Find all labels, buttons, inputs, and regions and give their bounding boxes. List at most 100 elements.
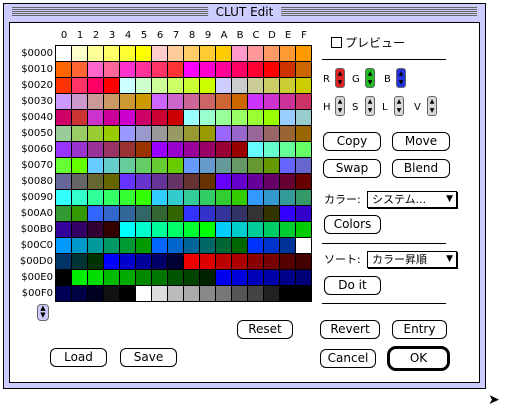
color-cell[interactable]	[120, 110, 135, 125]
color-cell[interactable]	[232, 254, 247, 269]
color-cell[interactable]	[232, 206, 247, 221]
color-cell[interactable]	[280, 206, 295, 221]
color-cell[interactable]	[296, 238, 311, 253]
color-cell[interactable]	[56, 126, 71, 141]
blend-button[interactable]: Blend	[392, 159, 450, 178]
color-cell[interactable]	[296, 46, 311, 61]
color-cell[interactable]	[280, 62, 295, 77]
color-cell[interactable]	[152, 206, 167, 221]
color-cell[interactable]	[296, 270, 311, 285]
color-cell[interactable]	[104, 94, 119, 109]
color-cell[interactable]	[72, 78, 87, 93]
color-popup[interactable]: システム... ▼	[367, 191, 457, 208]
color-cell[interactable]	[104, 190, 119, 205]
color-cell[interactable]	[136, 270, 151, 285]
color-cell[interactable]	[72, 94, 87, 109]
color-cell[interactable]	[280, 270, 295, 285]
row-scroll-arrows[interactable]: ▲ ▼	[37, 304, 49, 321]
color-cell[interactable]	[264, 62, 279, 77]
color-cell[interactable]	[168, 222, 183, 237]
color-cell[interactable]	[72, 62, 87, 77]
color-cell[interactable]	[56, 270, 71, 285]
ok-button[interactable]: OK	[387, 346, 450, 371]
do-it-button[interactable]: Do it	[324, 276, 381, 295]
color-cell[interactable]	[296, 174, 311, 189]
color-cell[interactable]	[216, 190, 231, 205]
revert-button[interactable]: Revert	[320, 320, 380, 339]
color-cell[interactable]	[56, 254, 71, 269]
color-cell[interactable]	[136, 158, 151, 173]
color-cell[interactable]	[56, 158, 71, 173]
color-cell[interactable]	[120, 46, 135, 61]
color-cell[interactable]	[248, 78, 263, 93]
color-cell[interactable]	[200, 94, 215, 109]
color-cell[interactable]	[264, 46, 279, 61]
color-cell[interactable]	[296, 78, 311, 93]
sort-popup[interactable]: カラー昇順 ▼	[367, 251, 457, 268]
color-cell[interactable]	[88, 62, 103, 77]
color-cell[interactable]	[232, 110, 247, 125]
color-cell[interactable]	[248, 126, 263, 141]
color-cell[interactable]	[120, 62, 135, 77]
color-cell[interactable]	[120, 238, 135, 253]
color-cell[interactable]	[72, 286, 87, 301]
color-cell[interactable]	[248, 62, 263, 77]
color-cell[interactable]	[280, 78, 295, 93]
color-cell[interactable]	[232, 78, 247, 93]
color-cell[interactable]	[200, 270, 215, 285]
color-cell[interactable]	[264, 190, 279, 205]
color-cell[interactable]	[56, 206, 71, 221]
color-cell[interactable]	[248, 206, 263, 221]
swap-button[interactable]: Swap	[323, 159, 381, 178]
color-cell[interactable]	[232, 174, 247, 189]
color-cell[interactable]	[168, 142, 183, 157]
color-cell[interactable]	[168, 62, 183, 77]
color-cell[interactable]	[200, 110, 215, 125]
color-cell[interactable]	[136, 46, 151, 61]
color-cell[interactable]	[248, 142, 263, 157]
color-cell[interactable]	[232, 62, 247, 77]
color-cell[interactable]	[232, 94, 247, 109]
color-cell[interactable]	[200, 158, 215, 173]
color-cell[interactable]	[120, 270, 135, 285]
color-cell[interactable]	[280, 110, 295, 125]
color-cell[interactable]	[136, 222, 151, 237]
preview-checkbox[interactable]: プレビュー	[331, 36, 405, 50]
color-cell[interactable]	[136, 254, 151, 269]
g-stepper[interactable]: ▲ ▼	[365, 68, 375, 88]
color-cell[interactable]	[152, 270, 167, 285]
color-cell[interactable]	[184, 206, 199, 221]
color-cell[interactable]	[264, 254, 279, 269]
s-stepper[interactable]: ▲ ▼	[365, 96, 375, 116]
color-cell[interactable]	[168, 126, 183, 141]
color-cell[interactable]	[216, 286, 231, 301]
color-cell[interactable]	[168, 78, 183, 93]
color-cell[interactable]	[136, 110, 151, 125]
color-cell[interactable]	[56, 94, 71, 109]
color-cell[interactable]	[296, 254, 311, 269]
color-cell[interactable]	[296, 126, 311, 141]
color-cell[interactable]	[248, 238, 263, 253]
color-cell[interactable]	[280, 238, 295, 253]
color-cell[interactable]	[56, 62, 71, 77]
color-cell[interactable]	[88, 222, 103, 237]
color-cell[interactable]	[184, 62, 199, 77]
color-cell[interactable]	[232, 46, 247, 61]
color-cell[interactable]	[104, 142, 119, 157]
color-cell[interactable]	[200, 142, 215, 157]
color-cell[interactable]	[88, 158, 103, 173]
color-cell[interactable]	[200, 46, 215, 61]
color-cell[interactable]	[168, 286, 183, 301]
color-cell[interactable]	[104, 270, 119, 285]
color-cell[interactable]	[216, 46, 231, 61]
color-cell[interactable]	[72, 158, 87, 173]
color-cell[interactable]	[280, 222, 295, 237]
color-cell[interactable]	[296, 142, 311, 157]
color-cell[interactable]	[216, 126, 231, 141]
color-cell[interactable]	[216, 270, 231, 285]
color-cell[interactable]	[104, 126, 119, 141]
color-cell[interactable]	[88, 126, 103, 141]
color-cell[interactable]	[264, 286, 279, 301]
color-cell[interactable]	[264, 94, 279, 109]
color-cell[interactable]	[168, 254, 183, 269]
